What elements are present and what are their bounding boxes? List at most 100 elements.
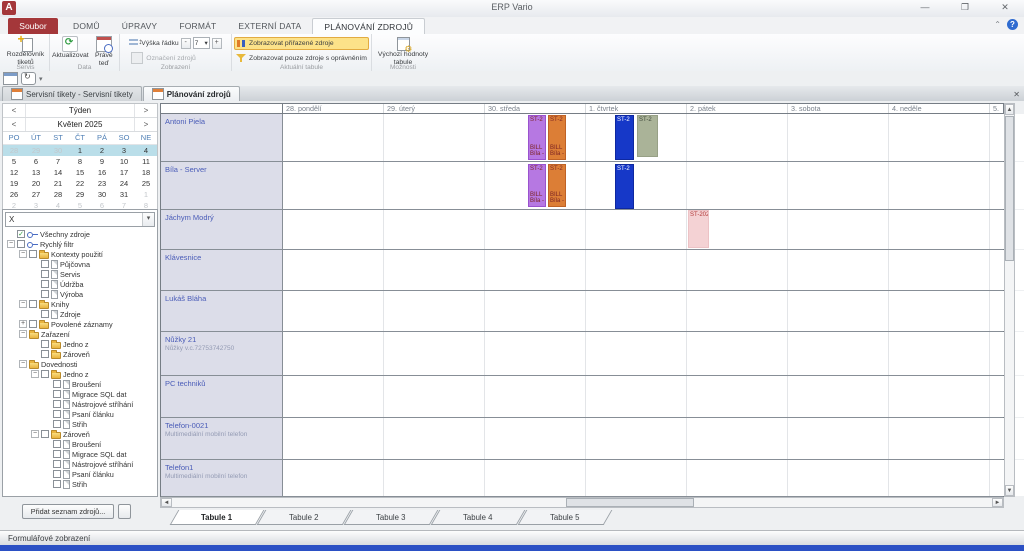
day-cell[interactable] xyxy=(889,460,990,496)
tree-item-jedno-z[interactable]: Jedno z xyxy=(5,339,155,349)
checkbox[interactable] xyxy=(29,300,37,308)
day-cell[interactable] xyxy=(586,376,687,417)
refresh-view-icon[interactable] xyxy=(21,72,36,85)
toolbar-overflow-icon[interactable]: ▾ xyxy=(39,75,43,83)
event-block[interactable]: ST-2 xyxy=(615,115,634,160)
day-cell[interactable] xyxy=(687,162,788,209)
day-cell[interactable] xyxy=(788,114,889,161)
day-cell[interactable] xyxy=(687,332,788,375)
day-cell[interactable] xyxy=(788,210,889,249)
day-cell[interactable] xyxy=(283,162,384,209)
calendar-day[interactable]: 16 xyxy=(91,167,113,178)
tree-item-p-j-ovna[interactable]: Půjčovna xyxy=(5,259,155,269)
day-cell[interactable] xyxy=(586,250,687,290)
expander-minus-icon[interactable]: − xyxy=(31,430,39,438)
calendar-day[interactable]: 31 xyxy=(113,189,135,200)
calendar-day[interactable]: 23 xyxy=(91,178,113,189)
day-cell[interactable] xyxy=(283,418,384,459)
board-defaults-button[interactable]: Výchozí hodnoty tabule xyxy=(374,35,432,67)
calendar-day[interactable]: 8 xyxy=(69,156,91,167)
day-cell[interactable] xyxy=(788,250,889,290)
event-block[interactable]: ST-2 xyxy=(615,164,634,209)
scroll-up-icon[interactable]: ▲ xyxy=(1005,104,1014,115)
resource-label[interactable]: Lukáš Bláha xyxy=(161,291,283,331)
refresh-button[interactable]: Aktualizovat xyxy=(52,35,89,60)
calendar-day[interactable]: 18 xyxy=(135,167,157,178)
resource-label[interactable]: Klávesnice xyxy=(161,250,283,290)
checkbox[interactable] xyxy=(41,370,49,378)
calendar-day[interactable]: 11 xyxy=(135,156,157,167)
checkbox[interactable] xyxy=(53,410,61,418)
ribbon-tab-form-t[interactable]: FORMÁT xyxy=(168,18,227,34)
day-cell[interactable] xyxy=(485,291,586,331)
calendar-day[interactable]: 1 xyxy=(69,145,91,156)
calendar-day[interactable]: 13 xyxy=(25,167,47,178)
tree-item-z-rove[interactable]: Zároveň xyxy=(5,349,155,359)
calendar-day[interactable]: 30 xyxy=(91,189,113,200)
board-tab-tabule-5[interactable]: Tabule 5 xyxy=(518,510,613,525)
board-tab-tabule-1[interactable]: Tabule 1 xyxy=(170,510,265,525)
row-height-value[interactable]: 7▾ xyxy=(193,37,210,49)
day-cell[interactable] xyxy=(586,332,687,375)
minimize-button[interactable]: — xyxy=(914,1,936,14)
checkbox[interactable] xyxy=(53,420,61,428)
resource-label[interactable]: Jáchym Modrý xyxy=(161,210,283,249)
tree-item-rychl-filtr[interactable]: −Rychlý filtr xyxy=(5,239,155,249)
tree-item-n-strojov-st-h-n[interactable]: Nástrojové stříhání xyxy=(5,399,155,409)
day-cell[interactable] xyxy=(283,291,384,331)
day-cell[interactable] xyxy=(384,250,485,290)
tree-item-brou-en[interactable]: Broušení xyxy=(5,439,155,449)
ribbon-tab-extern-data[interactable]: EXTERNÍ DATA xyxy=(227,18,312,34)
day-cell[interactable] xyxy=(384,376,485,417)
resource-label[interactable]: Bíla - Server xyxy=(161,162,283,209)
checkbox[interactable] xyxy=(53,470,61,478)
checkbox[interactable] xyxy=(41,280,49,288)
calendar-day[interactable]: 25 xyxy=(135,178,157,189)
day-cell[interactable] xyxy=(687,418,788,459)
day-cell[interactable] xyxy=(889,418,990,459)
day-cell[interactable] xyxy=(687,114,788,161)
checkbox[interactable] xyxy=(29,320,37,328)
tree-item-st-ih[interactable]: Střih xyxy=(5,479,155,489)
tree-item-kontexty-pou-it[interactable]: −Kontexty použití xyxy=(5,249,155,259)
prev-month-button[interactable]: < xyxy=(3,118,26,131)
day-cell[interactable] xyxy=(283,210,384,249)
day-cell[interactable] xyxy=(788,418,889,459)
calendar-day[interactable]: 17 xyxy=(113,167,135,178)
tree-item-zdroje[interactable]: Zdroje xyxy=(5,309,155,319)
day-cell[interactable] xyxy=(283,376,384,417)
tree-item-z-rove[interactable]: −Zároveň xyxy=(5,429,155,439)
day-cell[interactable] xyxy=(485,250,586,290)
tree-item-psan-l-nku[interactable]: Psaní článku xyxy=(5,409,155,419)
day-cell[interactable] xyxy=(788,291,889,331)
board-tab-tabule-3[interactable]: Tabule 3 xyxy=(344,510,439,525)
day-cell[interactable] xyxy=(485,418,586,459)
day-cell[interactable] xyxy=(889,162,990,209)
day-cell[interactable] xyxy=(586,162,687,209)
ribbon-tab-pravy[interactable]: ÚPRAVY xyxy=(111,18,169,34)
checkbox[interactable] xyxy=(41,430,49,438)
expander-minus-icon[interactable]: − xyxy=(19,250,27,258)
calendar-day[interactable]: 27 xyxy=(25,189,47,200)
day-cell[interactable] xyxy=(889,291,990,331)
checkbox[interactable] xyxy=(53,440,61,448)
board-tab-tabule-2[interactable]: Tabule 2 xyxy=(257,510,352,525)
event-block[interactable]: ST-202 xyxy=(688,210,709,248)
expander-plus-icon[interactable]: + xyxy=(19,320,27,328)
doc-tab-servisn-tikety-servisn-tikety[interactable]: Servisní tikety - Servisní tikety xyxy=(2,86,142,101)
next-month-button[interactable]: > xyxy=(134,118,157,131)
ticket-splitter-button[interactable]: Rozdělovník tiketů xyxy=(4,35,47,67)
close-button[interactable]: ✕ xyxy=(994,1,1016,14)
checkbox[interactable] xyxy=(53,390,61,398)
calendar-day[interactable]: 15 xyxy=(69,167,91,178)
calendar-day[interactable]: 10 xyxy=(113,156,135,167)
day-cell[interactable] xyxy=(384,418,485,459)
day-cell[interactable] xyxy=(485,376,586,417)
mark-resources-button[interactable]: Označení zdrojů xyxy=(129,51,221,65)
horizontal-scrollbar[interactable]: ◄ ► xyxy=(160,497,1004,508)
day-cell[interactable] xyxy=(687,460,788,496)
calendar-day[interactable]: 5 xyxy=(3,156,25,167)
tree-item-knihy[interactable]: −Knihy xyxy=(5,299,155,309)
add-resource-list-extra-button[interactable] xyxy=(118,504,131,519)
day-cell[interactable] xyxy=(687,291,788,331)
